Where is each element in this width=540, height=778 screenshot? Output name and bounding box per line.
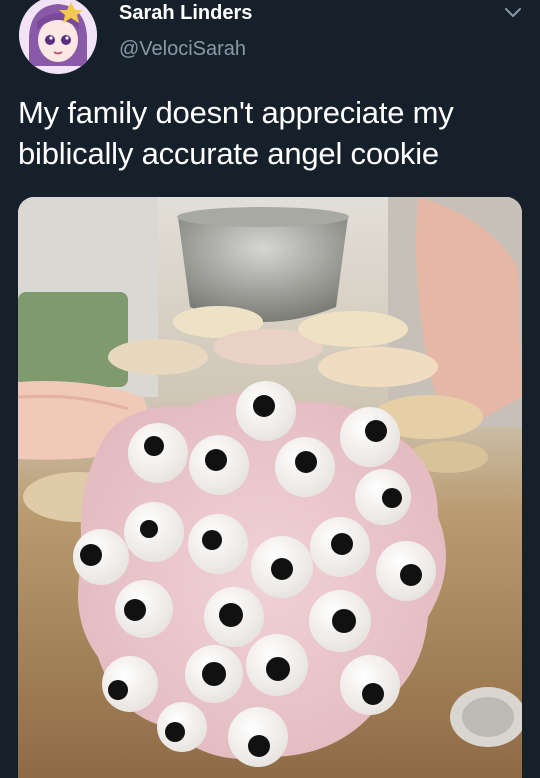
tweet-header: Sarah Linders @VelociSarah	[0, 0, 540, 80]
display-name[interactable]: Sarah Linders	[119, 2, 252, 25]
avatar[interactable]	[19, 0, 97, 74]
anime-avatar-icon	[19, 0, 97, 74]
tweet-text: My family doesn't appreciate my biblical…	[18, 95, 454, 171]
user-handle[interactable]: @VelociSarah	[119, 38, 246, 61]
chevron-down-icon[interactable]	[500, 0, 526, 26]
cookie-photo	[18, 197, 522, 778]
tweet-photo[interactable]	[18, 197, 522, 778]
